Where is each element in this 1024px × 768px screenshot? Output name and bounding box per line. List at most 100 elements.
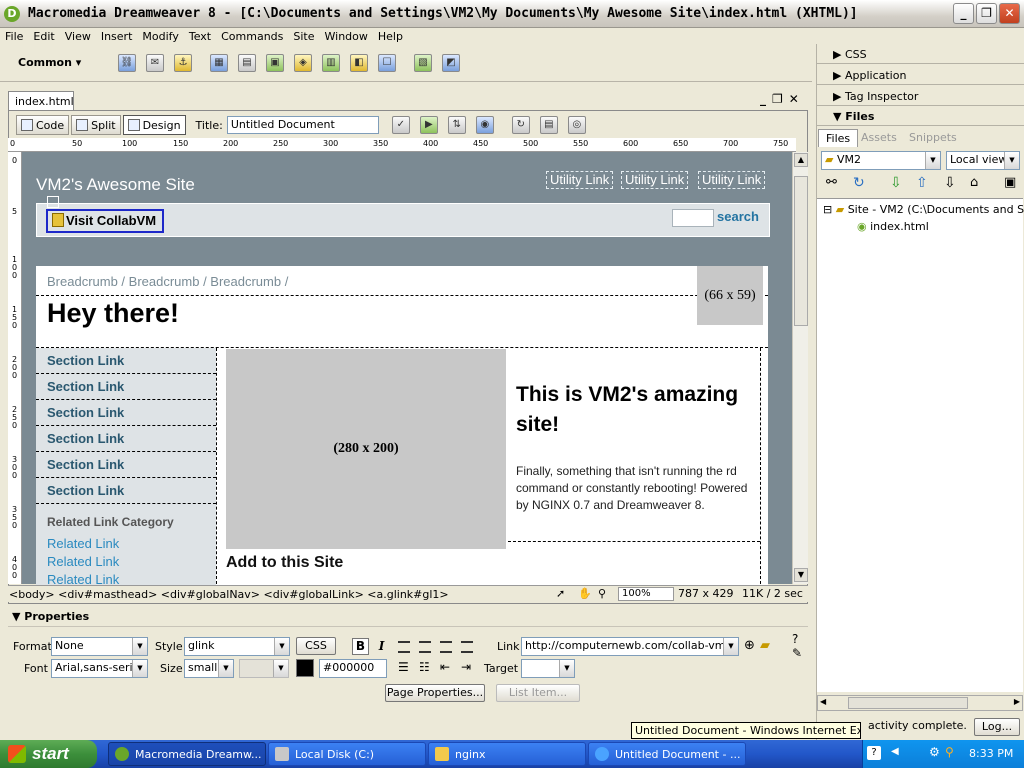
indent-icon[interactable]: ⇥ xyxy=(461,660,471,674)
browser-check-icon[interactable]: ◉ xyxy=(475,116,494,134)
utility-link[interactable]: Utility Link xyxy=(698,171,766,189)
file-tree-hscroll[interactable]: ◀ ▶ xyxy=(817,695,1023,711)
menu-help[interactable]: Help xyxy=(373,30,408,43)
tree-item-file[interactable]: ◉ index.html xyxy=(857,220,929,233)
scroll-up-button[interactable]: ▲ xyxy=(794,153,808,167)
tab-snippets[interactable]: Snippets xyxy=(902,129,964,146)
unordered-list-icon[interactable]: ☰ xyxy=(398,660,409,674)
selection-handle[interactable] xyxy=(47,196,59,208)
italic-button[interactable]: I xyxy=(373,638,390,655)
media-icon[interactable]: ◈ xyxy=(294,53,312,72)
tag-inspector-panel-header[interactable]: ▶ Tag Inspector xyxy=(817,86,1024,106)
menu-insert[interactable]: Insert xyxy=(96,30,138,43)
pointer-tool-icon[interactable]: ➚ xyxy=(556,587,565,600)
date-icon[interactable]: ▥ xyxy=(322,53,340,72)
link-input[interactable]: http://computernewb.com/collab-vm ▼ xyxy=(521,637,739,656)
hand-tool-icon[interactable]: ✋ xyxy=(578,587,592,600)
zoom-tool-icon[interactable]: ⚲ xyxy=(598,587,606,600)
refresh-files-icon[interactable]: ↻ xyxy=(853,175,865,191)
code-view-button[interactable]: Code xyxy=(16,115,70,135)
size-select[interactable]: small ▼ xyxy=(184,659,234,678)
tray-arrow-icon[interactable]: ◀ xyxy=(891,746,899,757)
help-icon[interactable]: ? xyxy=(792,632,798,646)
page-properties-button[interactable]: Page Properties... xyxy=(385,684,485,702)
visit-collabvm-link[interactable]: Visit CollabVM xyxy=(46,209,164,233)
section-link[interactable]: Section Link xyxy=(47,353,124,368)
preview-icon[interactable]: ▶ xyxy=(419,116,438,134)
restore-button[interactable]: ❐ xyxy=(976,3,997,24)
utility-link[interactable]: Utility Link xyxy=(621,171,689,189)
browse-folder-icon[interactable]: ▰ xyxy=(760,638,770,653)
menu-file[interactable]: File xyxy=(0,30,28,43)
validate-icon[interactable]: ✓ xyxy=(391,116,410,134)
font-select[interactable]: Arial,sans-serif ▼ xyxy=(51,659,148,678)
color-hex-input[interactable]: #000000 xyxy=(319,659,387,678)
align-left-icon[interactable] xyxy=(398,641,410,653)
view-select[interactable]: Local view ▼ xyxy=(946,151,1020,170)
ordered-list-icon[interactable]: ☷ xyxy=(419,660,430,674)
minimize-button[interactable]: _ xyxy=(953,3,974,24)
tag-selector[interactable]: <body> <div#masthead> <div#globalNav> <d… xyxy=(8,588,449,601)
templates-icon[interactable]: ▧ xyxy=(414,53,432,72)
tab-assets[interactable]: Assets xyxy=(854,129,904,146)
site-select[interactable]: ▰ VM2 ▼ xyxy=(821,151,941,170)
files-panel-header[interactable]: ▼ Files xyxy=(817,106,1024,126)
email-link-icon[interactable]: ✉ xyxy=(146,53,164,72)
hyperlink-icon[interactable]: ⛓ xyxy=(118,53,136,72)
related-link[interactable]: Related Link xyxy=(47,536,119,551)
visual-aids-icon[interactable]: ◎ xyxy=(567,116,586,134)
tab-files[interactable]: Files xyxy=(818,129,859,147)
tree-item-site-root[interactable]: ⊟ ▰ Site - VM2 (C:\Documents and Se xyxy=(823,203,1024,216)
close-button[interactable]: ✕ xyxy=(999,3,1020,24)
menu-edit[interactable]: Edit xyxy=(28,30,59,43)
view-options-icon[interactable]: ▤ xyxy=(539,116,558,134)
taskbar-item-ie[interactable]: Untitled Document - ... xyxy=(588,742,746,766)
refresh-icon[interactable]: ↻ xyxy=(511,116,530,134)
section-link[interactable]: Section Link xyxy=(47,379,124,394)
help-icon[interactable]: ? xyxy=(867,746,881,760)
comment-icon[interactable]: ☐ xyxy=(378,53,396,72)
document-window-controls[interactable]: _❐✕ xyxy=(760,92,805,106)
layer-icon[interactable]: ▤ xyxy=(238,53,256,72)
network-icon[interactable]: ⚙ xyxy=(929,745,940,759)
breadcrumb[interactable]: Breadcrumb / Breadcrumb / Breadcrumb / xyxy=(47,274,288,289)
quick-tag-editor-icon[interactable]: ✎ xyxy=(792,646,802,660)
search-button[interactable]: search xyxy=(717,209,759,224)
table-icon[interactable]: ▦ xyxy=(210,53,228,72)
scroll-down-button[interactable]: ▼ xyxy=(794,568,808,582)
taskbar-item-nginx[interactable]: nginx xyxy=(428,742,586,766)
image-placeholder-large[interactable]: (280 x 200) xyxy=(226,349,506,549)
canvas-scrollbar[interactable]: ▲ ▼ xyxy=(792,152,808,584)
check-in-icon[interactable]: ⌂ xyxy=(970,175,978,190)
taskbar-item-dreamweaver[interactable]: Macromedia Dreamw... xyxy=(108,742,266,766)
file-management-icon[interactable]: ⇅ xyxy=(447,116,466,134)
section-link[interactable]: Section Link xyxy=(47,431,124,446)
justify-icon[interactable] xyxy=(461,641,473,653)
named-anchor-icon[interactable]: ⚓ xyxy=(174,53,192,72)
menu-commands[interactable]: Commands xyxy=(216,30,288,43)
section-link[interactable]: Section Link xyxy=(47,483,124,498)
scroll-thumb[interactable] xyxy=(794,176,808,326)
window-size[interactable]: 787 x 429 xyxy=(678,587,734,600)
align-center-icon[interactable] xyxy=(419,641,431,653)
outdent-icon[interactable]: ⇤ xyxy=(440,660,450,674)
check-out-icon[interactable]: ⇩ xyxy=(944,175,956,191)
menu-window[interactable]: Window xyxy=(320,30,373,43)
menu-view[interactable]: View xyxy=(60,30,96,43)
image-icon[interactable]: ▣ xyxy=(266,53,284,72)
server-side-include-icon[interactable]: ◧ xyxy=(350,53,368,72)
connect-icon[interactable]: ⚯ xyxy=(826,175,837,190)
insert-category-select[interactable]: Common ▾ xyxy=(18,56,113,69)
menu-site[interactable]: Site xyxy=(288,30,319,43)
section-link[interactable]: Section Link xyxy=(47,457,124,472)
design-view-button[interactable]: Design xyxy=(122,115,186,135)
document-title-input[interactable]: Untitled Document xyxy=(226,116,379,134)
css-button[interactable]: CSS xyxy=(296,637,336,655)
utility-link[interactable]: Utility Link xyxy=(546,171,614,189)
search-icon[interactable]: ⚲ xyxy=(945,745,954,759)
section-link[interactable]: Section Link xyxy=(47,405,124,420)
text-color-swatch[interactable] xyxy=(296,659,314,677)
align-right-icon[interactable] xyxy=(440,641,452,653)
application-panel-header[interactable]: ▶ Application xyxy=(817,65,1024,85)
style-select[interactable]: glink ▼ xyxy=(184,637,290,656)
